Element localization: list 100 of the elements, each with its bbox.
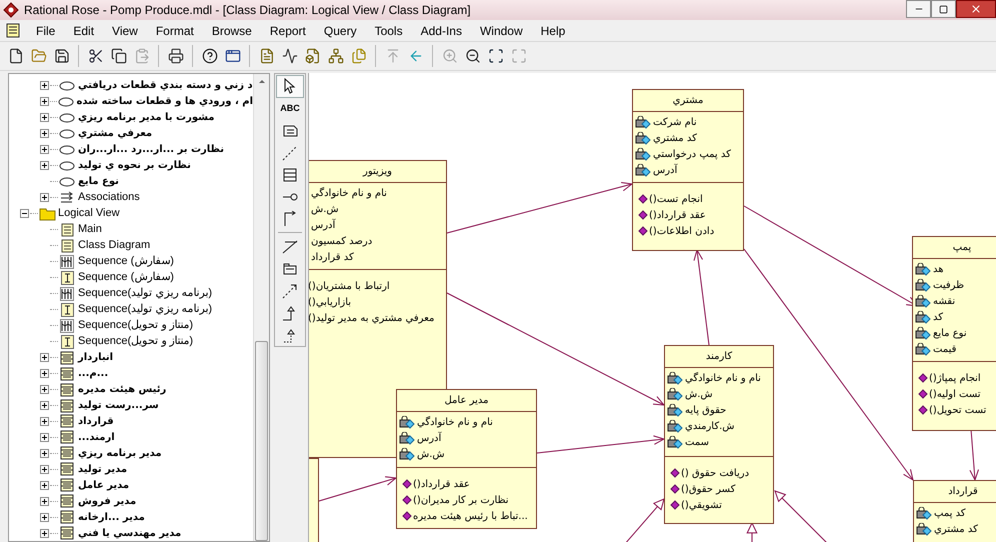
tree-item[interactable]: Logical View xyxy=(58,205,120,222)
lock-diamond-icon xyxy=(399,416,416,428)
expand-toggle[interactable] xyxy=(40,496,49,506)
plus-icon xyxy=(41,418,48,425)
class-box[interactable]: كارمند نام و نام خانوادگي ش.ش حقوق پايه ش.كارمندي سمت () دريافت حقوق ()كسر حقوق ()تشويقي xyxy=(664,345,774,524)
tree-item[interactable]: Class Diagram xyxy=(78,237,150,254)
menu-item[interactable]: Help xyxy=(532,22,574,40)
menu-item[interactable]: Query xyxy=(316,22,365,40)
tree-item[interactable]: انباردار xyxy=(78,350,114,366)
class-box[interactable]: قرارداد كد پمپ كد مشتري xyxy=(913,480,996,542)
tree-item[interactable]: مدير فروش xyxy=(78,494,136,509)
expand-toggle[interactable] xyxy=(40,512,49,522)
expand-toggle[interactable] xyxy=(20,209,29,218)
class-box[interactable]: مشتري نام شركت كد مشتري كد پمپ درخواستي آدرس ()انجام تست ()عقد قرارداد ()دادن اطلاعات xyxy=(632,89,744,251)
tree-item[interactable]: نظارت بر نحوه ي توليد xyxy=(78,158,191,174)
expand-toggle[interactable] xyxy=(40,129,49,138)
tree-item[interactable]: سر...رست توليد xyxy=(78,398,159,413)
tree-item[interactable]: نظارت بر ...ار...رد ...ار...ران xyxy=(78,142,224,158)
class-box[interactable]: مدير عامل نام و نام خانوادگي آدرس ش.ش ()عقد قرارداد ()نظارت بر كار مديران تباط با رئيس هيئت مديره... xyxy=(396,389,537,529)
tree-item[interactable]: د زني و دسته بندي قطعات دريافتي xyxy=(78,78,253,94)
sequence-icon xyxy=(60,254,74,269)
deployment-icon xyxy=(328,48,344,64)
sequence-icon xyxy=(60,286,74,301)
text-tool[interactable]: ABC xyxy=(276,98,304,120)
expand-toggle[interactable] xyxy=(40,416,49,426)
menu-item[interactable]: File xyxy=(28,22,64,40)
tree-item[interactable]: Sequence (سفارش) xyxy=(78,253,174,270)
operation-text: ()تست تحويل xyxy=(929,404,986,418)
attribute-text: كد قرارداد xyxy=(311,250,354,264)
menu-item[interactable]: Format xyxy=(148,22,202,40)
class-name: مدير عامل xyxy=(444,394,489,408)
scroll-thumb[interactable] xyxy=(255,341,268,541)
menu-item[interactable]: Tools xyxy=(366,22,411,40)
class-box[interactable]: پمپ هد ظرفيت نقشه كد نوع مايع قيمت ()انجام پمپاژ ()تست اوليه ()تست تحويل xyxy=(912,236,996,431)
attribute-text: كد مشتري xyxy=(653,132,697,146)
tree-item[interactable]: Sequence (سفارش) xyxy=(78,269,174,286)
tree-item[interactable]: معرفي مشتري xyxy=(78,126,152,142)
expand-toggle[interactable] xyxy=(40,161,49,170)
tree-item[interactable]: Main xyxy=(78,221,102,238)
menu-item[interactable]: Report xyxy=(262,22,314,40)
expand-toggle[interactable] xyxy=(40,113,49,122)
expand-toggle[interactable] xyxy=(40,369,49,378)
tree-item[interactable]: Sequence(منتاز و تحويل) xyxy=(78,317,194,334)
oval-icon xyxy=(59,160,75,171)
tree-item[interactable]: نوع مايع xyxy=(78,174,119,190)
oval-icon xyxy=(59,112,75,123)
tree-item[interactable]: Sequence(برنامه ريزي توليد) xyxy=(78,285,212,302)
menu-item[interactable]: Window xyxy=(472,22,531,40)
plus-icon xyxy=(41,482,48,489)
operation-text: تباط با رئيس هيئت مديره... xyxy=(413,510,528,524)
tree-item[interactable]: رئيس هيئت مديره xyxy=(78,382,166,398)
expand-toggle[interactable] xyxy=(40,448,49,458)
tree-item[interactable]: مدير توليد xyxy=(78,462,128,477)
lock-diamond-icon xyxy=(915,342,932,356)
scrollbar[interactable] xyxy=(253,74,269,541)
expand-toggle[interactable] xyxy=(40,432,49,442)
tree-item[interactable]: Associations xyxy=(78,189,140,206)
maximize-button[interactable] xyxy=(931,0,956,18)
expand-toggle[interactable] xyxy=(40,480,49,490)
expand-toggle[interactable] xyxy=(40,193,49,202)
tree-item[interactable]: مدير مهندسي يا فني xyxy=(78,526,182,541)
tree-item[interactable]: مشورت با مدير برنامه ريزي xyxy=(78,110,214,126)
sequence-icon xyxy=(60,318,74,333)
expand-toggle[interactable] xyxy=(40,97,49,106)
select-tool[interactable] xyxy=(276,75,304,98)
class-name: كارمند xyxy=(706,350,732,364)
plus-icon xyxy=(41,370,48,378)
menu-item[interactable]: View xyxy=(104,22,146,40)
generalization-icon xyxy=(282,304,298,321)
tree-item[interactable]: قرارداد xyxy=(78,414,114,429)
plus-icon xyxy=(41,82,48,90)
operation-text: ()ارتباط با مشتريان xyxy=(309,280,390,294)
open-icon xyxy=(30,48,46,64)
expand-toggle[interactable] xyxy=(40,528,49,538)
tree-item[interactable]: ...م... xyxy=(78,366,108,382)
class-icon xyxy=(60,494,74,508)
document-icon xyxy=(6,23,20,38)
menu-item[interactable]: Browse xyxy=(204,22,260,40)
fit-icon xyxy=(488,48,504,64)
expand-toggle[interactable] xyxy=(40,401,49,410)
tree-item[interactable]: ام ، ورودي ها و قطعات ساخته شده xyxy=(76,94,253,110)
tree-item[interactable]: ...ارمند xyxy=(78,430,115,445)
operation-text: ()بازاريابي xyxy=(309,296,352,310)
tree-item[interactable]: Sequence(برنامه ريزي توليد) xyxy=(78,301,212,318)
class-diagram-icon xyxy=(258,48,274,64)
tree-item[interactable]: مدير ...ارخانه xyxy=(78,510,145,525)
expand-toggle[interactable] xyxy=(40,353,49,362)
expand-toggle[interactable] xyxy=(40,385,49,394)
class-icon xyxy=(60,414,74,428)
tree-item[interactable]: Sequence(منتاز و تحويل) xyxy=(78,333,194,350)
menu-item[interactable]: Add-Ins xyxy=(412,22,470,40)
menu-item[interactable]: Edit xyxy=(65,22,102,40)
expand-toggle[interactable] xyxy=(40,145,49,154)
expand-toggle[interactable] xyxy=(40,464,49,474)
expand-toggle[interactable] xyxy=(40,81,49,90)
tree-item[interactable]: مدير عامل xyxy=(78,478,130,493)
close-icon xyxy=(970,3,982,15)
tree-item[interactable]: مدير برنامه ريزي xyxy=(78,446,162,461)
class-icon xyxy=(60,478,74,492)
close-button[interactable] xyxy=(956,0,996,18)
